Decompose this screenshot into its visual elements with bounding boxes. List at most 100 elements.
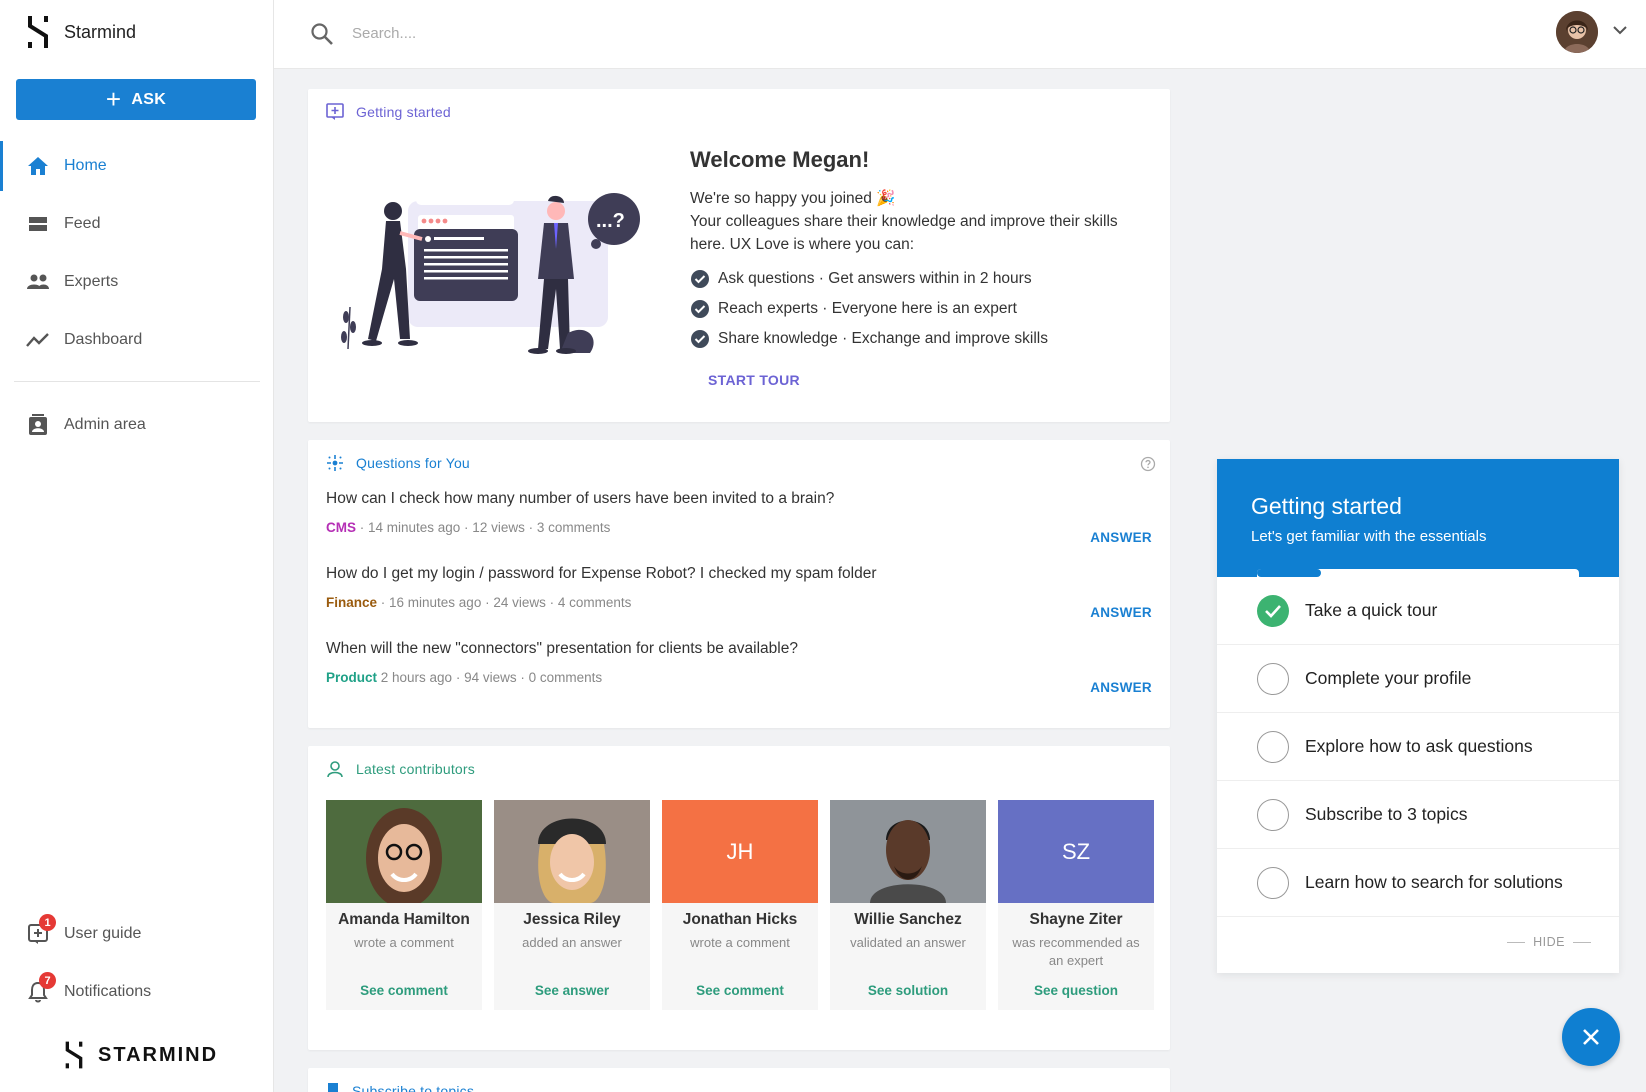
bookmark-icon — [328, 1083, 338, 1092]
see-question-link[interactable]: See question — [998, 983, 1154, 998]
onboarding-step[interactable]: Complete your profile — [1217, 645, 1619, 713]
question-title[interactable]: How can I check how many number of users… — [326, 486, 1152, 508]
answer-button[interactable]: ANSWER — [1090, 680, 1152, 695]
close-panel-button[interactable] — [1562, 1008, 1620, 1066]
sidebar-item-label: User guide — [64, 925, 142, 942]
contributor-card[interactable]: Jessica Riley added an answer See answer — [494, 800, 650, 1010]
see-solution-link[interactable]: See solution — [830, 983, 986, 998]
contributor-name[interactable]: Shayne Ziter — [998, 911, 1154, 929]
start-tour-button[interactable]: START TOUR — [708, 372, 800, 388]
contributor-photo[interactable] — [326, 800, 482, 903]
see-comment-link[interactable]: See comment — [326, 983, 482, 998]
contributor-photo[interactable] — [830, 800, 986, 903]
getting-started-icon — [326, 103, 344, 120]
question-bubble-text: ...? — [596, 210, 625, 232]
sidebar-item-admin[interactable]: Admin area — [0, 396, 274, 454]
question-meta: CMS · 14 minutes ago · 12 views · 3 comm… — [326, 520, 1152, 535]
step-label: Take a quick tour — [1305, 600, 1438, 620]
home-icon — [26, 154, 50, 178]
progress-fill — [1257, 569, 1322, 577]
contributor-card[interactable]: Willie Sanchez validated an answer See s… — [830, 800, 986, 1010]
question-item[interactable]: How can I check how many number of users… — [308, 486, 1170, 561]
search-input[interactable] — [352, 20, 852, 46]
step-label: Learn how to search for solutions — [1305, 872, 1563, 892]
sidebar-item-experts[interactable]: Experts — [0, 253, 274, 311]
avatar[interactable] — [1556, 11, 1598, 53]
onboarding-step[interactable]: Subscribe to 3 topics — [1217, 781, 1619, 849]
question-item[interactable]: When will the new "connectors" presentat… — [308, 636, 1170, 711]
divider — [1573, 941, 1591, 943]
question-stats: · 16 minutes ago · 24 views · 4 comments — [377, 595, 632, 610]
sparkle-icon — [327, 455, 343, 471]
feature-text: Ask questions · Get answers within in 2 … — [718, 270, 1032, 287]
contributor-initials[interactable]: JH — [662, 800, 818, 903]
sidebar-item-label: Home — [64, 157, 107, 174]
panel-title: Getting started — [1251, 493, 1402, 519]
admin-icon — [26, 413, 50, 437]
starmind-logo-icon — [65, 1041, 83, 1069]
hide-button[interactable]: HIDE — [1507, 935, 1591, 949]
contributor-card[interactable]: JH Jonathan Hicks wrote a comment See co… — [662, 800, 818, 1010]
sidebar-item-label: Admin area — [64, 416, 146, 433]
experts-icon — [26, 270, 50, 294]
divider — [1507, 941, 1526, 943]
contributor-action: wrote a comment — [354, 935, 454, 950]
contributors-card: Latest contributors Amanda Hamilton wrot… — [308, 746, 1170, 1050]
feature-item: Share knowledge · Exchange and improve s… — [690, 324, 1150, 354]
question-title[interactable]: How do I get my login / password for Exp… — [326, 561, 1152, 583]
contributor-name[interactable]: Amanda Hamilton — [326, 911, 482, 929]
help-icon[interactable] — [1140, 456, 1156, 472]
contributor-card[interactable]: Amanda Hamilton wrote a comment See comm… — [326, 800, 482, 1010]
welcome-illustration: ...? — [338, 189, 648, 389]
empty-circle-icon — [1257, 798, 1289, 831]
contributor-photo[interactable] — [494, 800, 650, 903]
sidebar-item-user-guide[interactable]: 1 User guide — [0, 905, 274, 963]
brand[interactable]: Starmind — [26, 14, 136, 50]
chevron-down-icon[interactable] — [1612, 22, 1628, 38]
contributor-card[interactable]: SZ Shayne Ziter was recommended as an ex… — [998, 800, 1154, 1010]
contributor-name[interactable]: Willie Sanchez — [830, 911, 986, 929]
topic-tag[interactable]: Finance — [326, 595, 377, 610]
feature-item: Reach experts · Everyone here is an expe… — [690, 294, 1150, 324]
ask-button[interactable]: + ASK — [16, 79, 256, 120]
answer-button[interactable]: ANSWER — [1090, 530, 1152, 545]
search-icon[interactable] — [310, 22, 334, 46]
sidebar-item-notifications[interactable]: 7 Notifications — [0, 963, 274, 1021]
contributor-name[interactable]: Jessica Riley — [494, 911, 650, 929]
sidebar-item-label: Experts — [64, 273, 119, 290]
footer-brand: STARMIND — [64, 1040, 218, 1070]
step-label: Complete your profile — [1305, 668, 1472, 688]
step-label: Subscribe to 3 topics — [1305, 804, 1468, 824]
welcome-content: Welcome Megan! We're so happy you joined… — [690, 147, 1150, 390]
card-header: Subscribe to topics — [308, 1068, 1170, 1092]
main-nav: Home Feed Experts Dashboard Admin area — [0, 137, 274, 454]
card-title: Latest contributors — [356, 761, 475, 777]
question-title[interactable]: When will the new "connectors" presentat… — [326, 636, 1152, 658]
feed-icon — [26, 212, 50, 236]
answer-button[interactable]: ANSWER — [1090, 605, 1152, 620]
sidebar-item-feed[interactable]: Feed — [0, 195, 274, 253]
empty-circle-icon — [1257, 730, 1289, 763]
user-guide-badge: 1 — [39, 914, 56, 931]
sidebar-item-home[interactable]: Home — [0, 137, 274, 195]
sidebar-item-dashboard[interactable]: Dashboard — [0, 311, 274, 369]
contributor-initials[interactable]: SZ — [998, 800, 1154, 903]
see-comment-link[interactable]: See comment — [662, 983, 818, 998]
question-stats: · 14 minutes ago · 12 views · 3 comments — [356, 520, 611, 535]
onboarding-step[interactable]: Explore how to ask questions — [1217, 713, 1619, 781]
onboarding-step[interactable]: Take a quick tour — [1217, 577, 1619, 645]
question-stats: 2 hours ago · 94 views · 0 comments — [377, 670, 603, 685]
card-header: Getting started — [308, 89, 1170, 135]
question-meta: Finance · 16 minutes ago · 24 views · 4 … — [326, 595, 1152, 610]
topic-tag[interactable]: Product — [326, 670, 377, 685]
see-answer-link[interactable]: See answer — [494, 983, 650, 998]
dashboard-icon — [26, 328, 50, 352]
question-item[interactable]: How do I get my login / password for Exp… — [308, 561, 1170, 636]
contributor-name[interactable]: Jonathan Hicks — [662, 911, 818, 929]
user-icon — [327, 761, 343, 778]
topic-tag[interactable]: CMS — [326, 520, 356, 535]
feature-list: Ask questions · Get answers within in 2 … — [690, 264, 1150, 354]
feature-text: Share knowledge · Exchange and improve s… — [718, 330, 1048, 347]
onboarding-step[interactable]: Learn how to search for solutions — [1217, 849, 1619, 917]
feature-text: Reach experts · Everyone here is an expe… — [718, 300, 1017, 317]
